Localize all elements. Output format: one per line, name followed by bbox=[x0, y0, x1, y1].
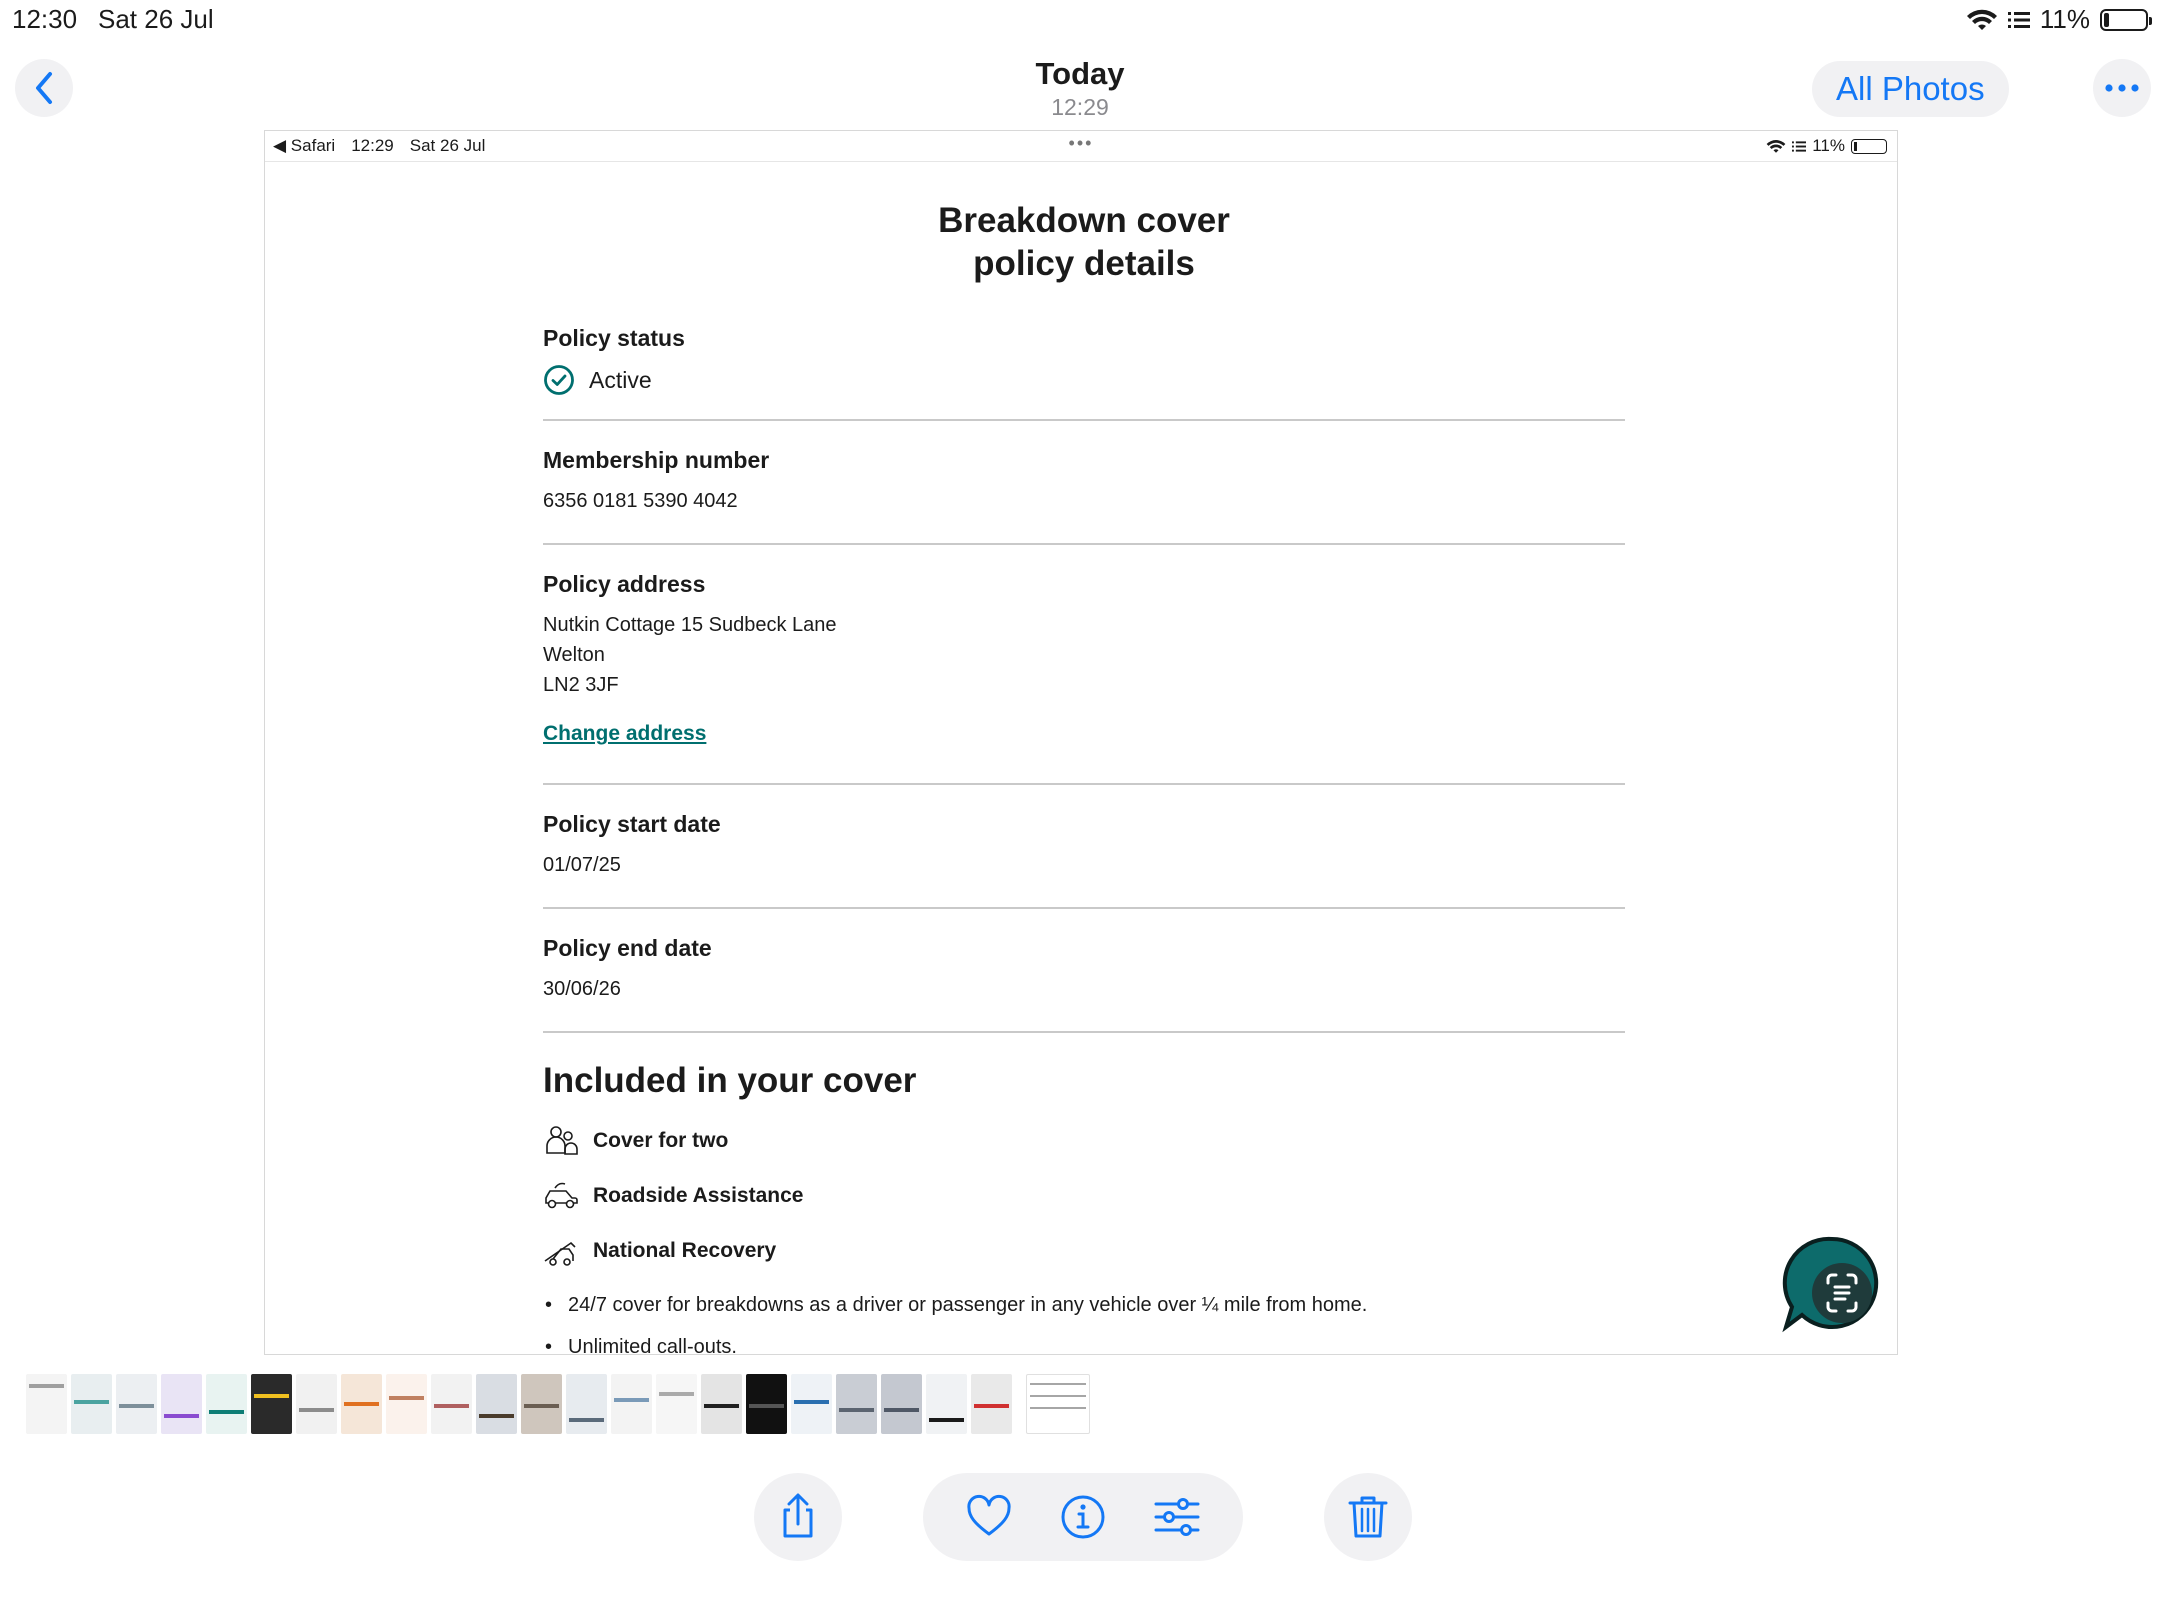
change-address-link[interactable]: Change address bbox=[543, 722, 1625, 746]
thumbnail[interactable] bbox=[926, 1374, 967, 1434]
cover-item-label: Roadside Assistance bbox=[593, 1183, 804, 1207]
status-indicators: 11% bbox=[1966, 4, 2152, 35]
thumbnail[interactable] bbox=[521, 1374, 562, 1434]
page-title-line-2: policy details bbox=[973, 244, 1195, 283]
address-label: Policy address bbox=[543, 571, 706, 597]
policy-status-value: Active bbox=[589, 366, 652, 393]
recovery-truck-icon bbox=[544, 1241, 576, 1266]
multitask-dots: ••• bbox=[1068, 133, 1094, 153]
end-date-section: Policy end date 30/06/26 bbox=[543, 909, 1625, 1033]
favorite-heart-icon[interactable] bbox=[964, 1492, 1014, 1542]
policy-status-section: Policy status Active bbox=[543, 325, 1625, 421]
bullet-item: • 24/7 cover for breakdowns as a driver o… bbox=[545, 1293, 1368, 1316]
cover-item: National Recovery bbox=[543, 1223, 1625, 1278]
adjust-sliders-icon[interactable] bbox=[1152, 1492, 1202, 1542]
status-time: 12:30 bbox=[12, 4, 78, 34]
photo-actions-group bbox=[923, 1473, 1243, 1561]
bullet-text: 24/7 cover for breakdowns as a driver or… bbox=[568, 1293, 1368, 1316]
cover-bullets: • 24/7 cover for breakdowns as a driver o… bbox=[543, 1284, 1625, 1355]
page-title-line-1: Breakdown cover bbox=[938, 201, 1230, 240]
info-icon[interactable] bbox=[1058, 1492, 1108, 1542]
trash-icon bbox=[1348, 1496, 1388, 1538]
thumbnail[interactable] bbox=[116, 1374, 157, 1434]
thumbnail[interactable] bbox=[701, 1374, 742, 1434]
cover-item-label: National Recovery bbox=[593, 1238, 777, 1262]
thumbnail[interactable] bbox=[881, 1374, 922, 1434]
ellipsis-icon bbox=[2105, 84, 2139, 92]
embedded-battery-percent: 11% bbox=[1812, 136, 1845, 155]
start-date-section: Policy start date 01/07/25 bbox=[543, 785, 1625, 909]
policy-status-label: Policy status bbox=[543, 325, 685, 351]
battery-icon bbox=[1851, 138, 1887, 154]
cover-heading: Included in your cover bbox=[543, 1061, 917, 1100]
thumbnail[interactable] bbox=[611, 1374, 652, 1434]
embedded-status-bar: ◀ Safari 12:29 Sat 26 Jul ••• 11% bbox=[265, 131, 1897, 162]
address-section: Policy address Nutkin Cottage 15 Sudbeck… bbox=[543, 545, 1625, 785]
end-date-label: Policy end date bbox=[543, 935, 712, 961]
cover-item-label: Cover for two bbox=[593, 1128, 729, 1152]
thumbnail[interactable] bbox=[656, 1374, 697, 1434]
address-line-2: Welton bbox=[543, 644, 605, 666]
thumbnail[interactable] bbox=[836, 1374, 877, 1434]
battery-icon bbox=[2100, 8, 2152, 31]
share-button[interactable] bbox=[754, 1473, 842, 1561]
membership-label: Membership number bbox=[543, 447, 770, 473]
delete-button[interactable] bbox=[1324, 1473, 1412, 1561]
thumbnail[interactable] bbox=[746, 1374, 787, 1434]
start-date-label: Policy start date bbox=[543, 811, 721, 837]
thumbnail[interactable] bbox=[791, 1374, 832, 1434]
status-date: Sat 26 Jul bbox=[98, 4, 214, 34]
wifi-icon bbox=[1966, 9, 1997, 30]
bullet-item: • Unlimited call-outs. bbox=[545, 1326, 1625, 1355]
screenshot-preview[interactable]: ◀ Safari 12:29 Sat 26 Jul ••• 11% Breakd… bbox=[264, 130, 1898, 1355]
thumbnail[interactable] bbox=[71, 1374, 112, 1434]
list-icon bbox=[2007, 11, 2030, 28]
more-options-button[interactable] bbox=[2093, 59, 2151, 117]
list-icon bbox=[1792, 140, 1807, 152]
check-circle-icon bbox=[544, 365, 574, 395]
membership-number: 6356 0181 5390 4042 bbox=[543, 490, 738, 512]
thumbnail-current[interactable] bbox=[1026, 1374, 1090, 1434]
thumbnail[interactable] bbox=[386, 1374, 427, 1434]
share-icon bbox=[783, 1493, 813, 1538]
cover-item: Roadside Assistance bbox=[543, 1168, 1625, 1223]
thumbnail[interactable] bbox=[341, 1374, 382, 1434]
policy-details-page: Breakdown cover policy details Policy st… bbox=[543, 161, 1625, 1355]
cover-item: Cover for two bbox=[543, 1113, 1625, 1168]
thumbnail[interactable] bbox=[566, 1374, 607, 1434]
car-icon bbox=[545, 1182, 578, 1208]
address-line-1: Nutkin Cottage 15 Sudbeck Lane bbox=[543, 614, 837, 636]
membership-section: Membership number 6356 0181 5390 4042 bbox=[543, 421, 1625, 545]
thumbnail[interactable] bbox=[296, 1374, 337, 1434]
all-photos-button[interactable]: All Photos bbox=[1812, 61, 2009, 117]
battery-percent: 11% bbox=[2039, 4, 2090, 34]
wifi-icon bbox=[1766, 139, 1786, 153]
address-line-3: LN2 3JF bbox=[543, 674, 619, 696]
thumbnail[interactable] bbox=[26, 1374, 67, 1434]
live-text-chat-button[interactable] bbox=[1780, 1233, 1884, 1337]
thumbnail[interactable] bbox=[431, 1374, 472, 1434]
thumbnail-strip[interactable] bbox=[26, 1374, 1090, 1434]
thumbnail[interactable] bbox=[251, 1374, 292, 1434]
page-title: Breakdown cover policy details bbox=[543, 199, 1625, 285]
cover-list: Cover for two Roadside Assistance Nation… bbox=[543, 1113, 1625, 1278]
bullet-text: Unlimited call-outs. bbox=[568, 1335, 737, 1355]
thumbnail[interactable] bbox=[206, 1374, 247, 1434]
start-date-value: 01/07/25 bbox=[543, 854, 621, 876]
end-date-value: 30/06/26 bbox=[543, 978, 621, 1000]
thumbnail[interactable] bbox=[476, 1374, 517, 1434]
thumbnail[interactable] bbox=[971, 1374, 1012, 1434]
thumbnail[interactable] bbox=[161, 1374, 202, 1434]
people-icon bbox=[546, 1125, 578, 1155]
